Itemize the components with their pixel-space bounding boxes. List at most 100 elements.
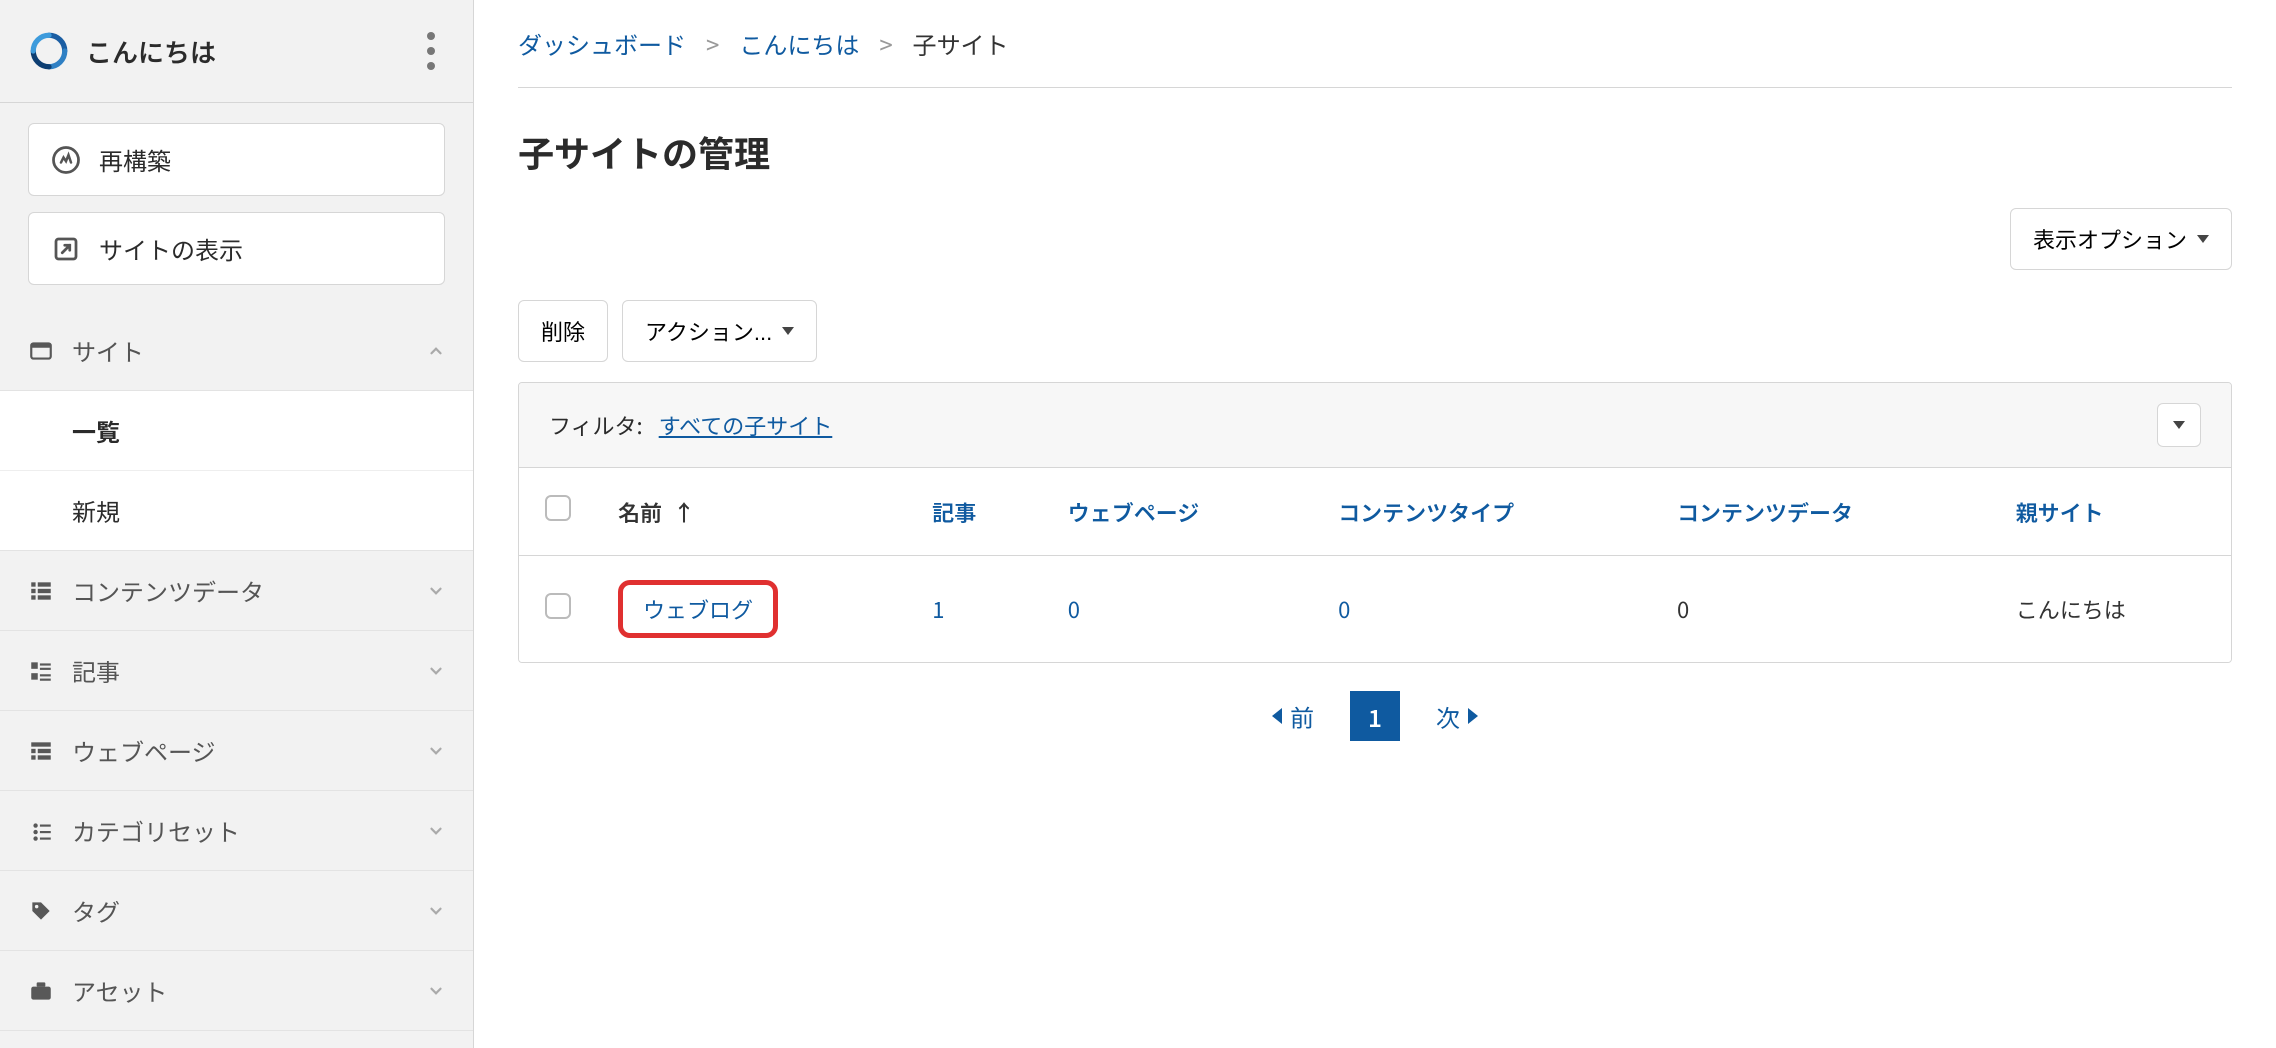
pagination-prev[interactable]: 前 — [1272, 699, 1314, 734]
nav-pages[interactable]: ウェブページ — [0, 711, 473, 791]
content-data-icon — [28, 578, 54, 604]
nav-category-sets-label: カテゴリセット — [72, 813, 240, 848]
actions-dropdown-label: アクション... — [645, 315, 772, 347]
cell-name: ウェブログ — [596, 556, 910, 663]
breadcrumb-current: 子サイト — [913, 26, 1009, 61]
view-site-button[interactable]: サイトの表示 — [28, 212, 445, 285]
sidebar-site-title[interactable]: こんにちは — [28, 30, 216, 72]
breadcrumb-sep: > — [706, 26, 719, 61]
chevron-down-icon — [427, 742, 445, 760]
pagination-prev-label: 前 — [1290, 699, 1314, 734]
triangle-left-icon — [1272, 708, 1282, 724]
briefcase-icon — [28, 978, 54, 1004]
cell-entries[interactable]: 1 — [910, 556, 1046, 663]
sidebar-nav: サイト 一覧 新規 コンテンツデータ 記事 — [0, 311, 473, 1048]
cell-content-data: 0 — [1655, 556, 1994, 663]
kebab-menu-icon[interactable] — [417, 26, 445, 76]
table-header-row: 名前 ↑ 記事 ウェブページ コンテンツタイプ コンテンツデータ 親サイト — [519, 468, 2231, 556]
sites-icon — [28, 338, 54, 364]
breadcrumb: ダッシュボード > こんにちは > 子サイト — [518, 0, 2232, 88]
breadcrumb-dashboard[interactable]: ダッシュボード — [518, 26, 686, 61]
chevron-down-icon — [427, 662, 445, 680]
sidebar: こんにちは 再構築 サイトの表示 サイト 一覧 — [0, 0, 474, 1048]
pages-icon — [28, 738, 54, 764]
display-options-row: 表示オプション — [518, 208, 2232, 270]
select-all-checkbox[interactable] — [545, 495, 571, 521]
nav-tags-label: タグ — [72, 893, 120, 928]
col-entries[interactable]: 記事 — [910, 468, 1046, 556]
filter-link[interactable]: すべての子サイト — [659, 409, 833, 441]
nav-entries-label: 記事 — [72, 653, 120, 688]
nav-pages-label: ウェブページ — [72, 733, 216, 768]
nav-tags[interactable]: タグ — [0, 871, 473, 951]
table-wrapper: フィルタ: すべての子サイト 名前 ↑ — [518, 382, 2232, 663]
caret-down-icon — [2173, 421, 2185, 429]
row-checkbox[interactable] — [545, 593, 571, 619]
view-site-label: サイトの表示 — [99, 231, 243, 266]
site-name-label: こんにちは — [86, 33, 216, 70]
highlight-annotation: ウェブログ — [618, 580, 778, 638]
triangle-right-icon — [1468, 708, 1478, 724]
nav-content-data-label: コンテンツデータ — [72, 573, 264, 608]
app-root: こんにちは 再構築 サイトの表示 サイト 一覧 — [0, 0, 2276, 1048]
tag-icon — [28, 898, 54, 924]
delete-button[interactable]: 削除 — [518, 300, 608, 362]
site-name-link[interactable]: ウェブログ — [643, 593, 753, 625]
page-title: 子サイトの管理 — [518, 126, 2232, 178]
col-content-data[interactable]: コンテンツデータ — [1655, 468, 1994, 556]
col-checkbox — [519, 468, 596, 556]
caret-down-icon — [782, 327, 794, 335]
caret-down-icon — [2197, 235, 2209, 243]
pagination-next-label: 次 — [1436, 699, 1460, 734]
table-row: ウェブログ 1 0 0 0 こんにちは — [519, 556, 2231, 663]
nav-content-types[interactable]: コンテンツタイプ — [0, 1031, 473, 1048]
filter-more-button[interactable] — [2157, 403, 2201, 447]
actions-dropdown[interactable]: アクション... — [622, 300, 817, 362]
app-logo-icon — [28, 30, 70, 72]
sidebar-actions: 再構築 サイトの表示 — [0, 103, 473, 291]
nav-content-data[interactable]: コンテンツデータ — [0, 551, 473, 631]
cell-pages[interactable]: 0 — [1046, 556, 1316, 663]
table-body: ウェブログ 1 0 0 0 こんにちは — [519, 556, 2231, 663]
filter-label: フィルタ: — [549, 409, 643, 441]
chevron-down-icon — [427, 902, 445, 920]
rebuild-button[interactable]: 再構築 — [28, 123, 445, 196]
breadcrumb-site[interactable]: こんにちは — [739, 26, 859, 61]
nav-assets-label: アセット — [72, 973, 168, 1008]
pagination-next[interactable]: 次 — [1436, 699, 1478, 734]
chevron-up-icon — [427, 342, 445, 360]
categories-icon — [28, 818, 54, 844]
nav-sites[interactable]: サイト — [0, 311, 473, 391]
entries-icon — [28, 658, 54, 684]
rebuild-icon — [51, 145, 81, 175]
display-options-label: 表示オプション — [2033, 223, 2187, 255]
chevron-down-icon — [427, 582, 445, 600]
pagination-current[interactable]: 1 — [1350, 691, 1400, 741]
nav-sites-list[interactable]: 一覧 — [0, 391, 473, 471]
sort-asc-icon: ↑ — [673, 496, 695, 528]
sites-table: 名前 ↑ 記事 ウェブページ コンテンツタイプ コンテンツデータ 親サイト — [519, 468, 2231, 662]
breadcrumb-sep: > — [879, 26, 892, 61]
chevron-down-icon — [427, 822, 445, 840]
col-content-types[interactable]: コンテンツタイプ — [1316, 468, 1655, 556]
filter-bar: フィルタ: すべての子サイト — [519, 383, 2231, 468]
main-content: ダッシュボード > こんにちは > 子サイト 子サイトの管理 表示オプション 削… — [474, 0, 2276, 1048]
chevron-down-icon — [427, 982, 445, 1000]
pagination: 前 1 次 — [518, 663, 2232, 769]
cell-parent-site: こんにちは — [1994, 556, 2231, 663]
nav-sites-new[interactable]: 新規 — [0, 471, 473, 550]
nav-sites-label: サイト — [72, 333, 144, 368]
bulk-actions-row: 削除 アクション... — [518, 300, 2232, 362]
col-parent-site[interactable]: 親サイト — [1994, 468, 2231, 556]
nav-sites-submenu: 一覧 新規 — [0, 391, 473, 551]
rebuild-label: 再構築 — [99, 142, 171, 177]
col-pages[interactable]: ウェブページ — [1046, 468, 1316, 556]
nav-entries[interactable]: 記事 — [0, 631, 473, 711]
external-link-icon — [51, 234, 81, 264]
col-name-label: 名前 — [618, 496, 662, 528]
nav-category-sets[interactable]: カテゴリセット — [0, 791, 473, 871]
cell-content-types[interactable]: 0 — [1316, 556, 1655, 663]
nav-assets[interactable]: アセット — [0, 951, 473, 1031]
col-name[interactable]: 名前 ↑ — [596, 468, 910, 556]
display-options-button[interactable]: 表示オプション — [2010, 208, 2232, 270]
